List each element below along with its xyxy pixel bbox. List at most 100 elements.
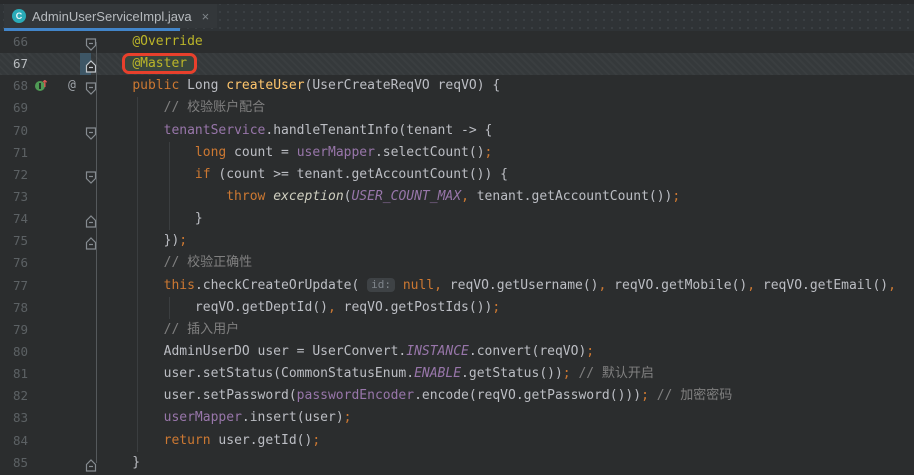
code-token: user.getId() bbox=[211, 433, 313, 448]
code-token: userMapper bbox=[297, 145, 375, 160]
code-line[interactable]: 80 AdminUserDO user = UserConvert.INSTAN… bbox=[0, 341, 914, 363]
line-number[interactable]: 81 bbox=[0, 363, 28, 385]
code-token: @Override bbox=[132, 34, 202, 49]
fold-down-icon[interactable] bbox=[85, 169, 97, 182]
code-line[interactable]: 71 long count = userMapper.selectCount()… bbox=[0, 142, 914, 164]
code-token: ; bbox=[344, 410, 352, 425]
code-token: INSTANCE bbox=[406, 344, 469, 359]
code-token: if bbox=[195, 167, 211, 182]
line-number[interactable]: 70 bbox=[0, 120, 28, 142]
code-token: reqVO.getMobile() bbox=[606, 278, 747, 293]
code-token bbox=[101, 100, 164, 115]
line-number[interactable]: 83 bbox=[0, 407, 28, 429]
code-line[interactable]: 75 }); bbox=[0, 230, 914, 252]
code-token: ; bbox=[641, 388, 649, 403]
tab-close-icon[interactable]: × bbox=[202, 9, 210, 24]
line-number[interactable]: 85 bbox=[0, 452, 28, 474]
line-number[interactable]: 66 bbox=[0, 31, 28, 53]
fold-down-icon[interactable] bbox=[85, 125, 97, 138]
tab-title: AdminUserServiceImpl.java bbox=[32, 9, 192, 24]
line-number[interactable]: 75 bbox=[0, 230, 28, 252]
code-line[interactable]: 67 @Master bbox=[0, 53, 914, 75]
code-token bbox=[101, 145, 195, 160]
code-token: user.setPassword( bbox=[101, 388, 297, 403]
code-line[interactable]: 69 // 校验账户配合 bbox=[0, 97, 914, 119]
code-line[interactable]: 74 } bbox=[0, 208, 914, 230]
code-token: Long bbox=[179, 78, 226, 93]
code-line[interactable]: 84 return user.getId(); bbox=[0, 430, 914, 452]
line-number[interactable]: 73 bbox=[0, 186, 28, 208]
code-token: tenant.getAccountCount()) bbox=[469, 189, 673, 204]
code-line[interactable]: 85 } bbox=[0, 452, 914, 474]
code-line[interactable]: 79 // 插入用户 bbox=[0, 319, 914, 341]
line-number[interactable]: 84 bbox=[0, 430, 28, 452]
code-text: userMapper.insert(user); bbox=[101, 407, 351, 429]
code-token: ; bbox=[563, 366, 571, 381]
code-token: .handleTenantInfo(tenant -> { bbox=[265, 123, 492, 138]
code-line[interactable]: 72 if (count >= tenant.getAccountCount()… bbox=[0, 164, 914, 186]
code-token: } bbox=[101, 455, 140, 470]
code-token: reqVO.getDeptId() bbox=[101, 300, 328, 315]
code-token: createUser bbox=[226, 78, 304, 93]
highlighted-master-annotation: @Master bbox=[122, 53, 197, 74]
code-token bbox=[101, 189, 226, 204]
code-line[interactable]: 68↑@ public Long createUser(UserCreateRe… bbox=[0, 75, 914, 97]
line-number[interactable]: 77 bbox=[0, 275, 28, 297]
code-token: count = bbox=[226, 145, 296, 160]
line-number[interactable]: 68 bbox=[0, 75, 28, 97]
code-token: ; bbox=[672, 189, 680, 204]
code-line[interactable]: 83 userMapper.insert(user); bbox=[0, 407, 914, 429]
code-editor[interactable]: 66 @Override67 @Master68↑@ public Long c… bbox=[0, 31, 914, 475]
parameter-hint-id: id: bbox=[367, 278, 395, 292]
line-number[interactable]: 78 bbox=[0, 297, 28, 319]
code-line[interactable]: 82 user.setPassword(passwordEncoder.enco… bbox=[0, 385, 914, 407]
code-token: public bbox=[132, 78, 179, 93]
fold-up-icon[interactable] bbox=[85, 235, 97, 248]
code-text: @Override bbox=[101, 31, 203, 53]
code-line[interactable]: 78 reqVO.getDeptId(), reqVO.getPostIds()… bbox=[0, 297, 914, 319]
editor-tab[interactable]: C AdminUserServiceImpl.java × bbox=[4, 4, 217, 28]
overrides-method-icon[interactable]: ↑ bbox=[35, 78, 57, 94]
editor-tab-bar: C AdminUserServiceImpl.java × bbox=[0, 0, 914, 31]
code-token: AdminUserDO user = UserConvert. bbox=[101, 344, 406, 359]
code-token: .insert(user) bbox=[242, 410, 344, 425]
line-number[interactable]: 80 bbox=[0, 341, 28, 363]
fold-up-icon[interactable] bbox=[85, 457, 97, 470]
code-line[interactable]: 81 user.setStatus(CommonStatusEnum.ENABL… bbox=[0, 363, 914, 385]
code-token: tenantService bbox=[164, 123, 266, 138]
fold-down-icon[interactable] bbox=[85, 80, 97, 93]
fold-up-icon[interactable] bbox=[85, 213, 97, 226]
code-token: null bbox=[403, 278, 434, 293]
line-number[interactable]: 72 bbox=[0, 164, 28, 186]
code-token: ; bbox=[492, 300, 500, 315]
line-number[interactable]: 79 bbox=[0, 319, 28, 341]
line-number[interactable]: 69 bbox=[0, 97, 28, 119]
code-token: }) bbox=[101, 233, 179, 248]
code-text: @Master bbox=[101, 53, 197, 75]
code-text: this.checkCreateOrUpdate( id: null, reqV… bbox=[101, 275, 896, 297]
line-number[interactable]: 74 bbox=[0, 208, 28, 230]
code-line[interactable]: 73 throw exception(USER_COUNT_MAX, tenan… bbox=[0, 186, 914, 208]
code-token: // 加密密码 bbox=[657, 388, 732, 403]
fold-down-icon[interactable] bbox=[85, 36, 97, 49]
code-token: ; bbox=[312, 433, 320, 448]
code-token: this bbox=[164, 278, 195, 293]
code-line[interactable]: 77 this.checkCreateOrUpdate( id: null, r… bbox=[0, 275, 914, 297]
code-text: } bbox=[101, 208, 203, 230]
code-token: // 校验账户配合 bbox=[164, 100, 265, 115]
code-token: return bbox=[164, 433, 211, 448]
line-number[interactable]: 76 bbox=[0, 252, 28, 274]
code-token bbox=[101, 78, 132, 93]
line-number[interactable]: 67 bbox=[0, 53, 28, 75]
code-token: USER_COUNT_MAX bbox=[351, 189, 461, 204]
code-line[interactable]: 66 @Override bbox=[0, 31, 914, 53]
code-token: userMapper bbox=[164, 410, 242, 425]
line-number[interactable]: 71 bbox=[0, 142, 28, 164]
line-number[interactable]: 82 bbox=[0, 385, 28, 407]
code-text: AdminUserDO user = UserConvert.INSTANCE.… bbox=[101, 341, 594, 363]
code-token: ; bbox=[179, 233, 187, 248]
code-token: // 默认开启 bbox=[578, 366, 653, 381]
code-line[interactable]: 70 tenantService.handleTenantInfo(tenant… bbox=[0, 120, 914, 142]
fold-up-icon[interactable] bbox=[85, 58, 97, 71]
code-line[interactable]: 76 // 校验正确性 bbox=[0, 252, 914, 274]
